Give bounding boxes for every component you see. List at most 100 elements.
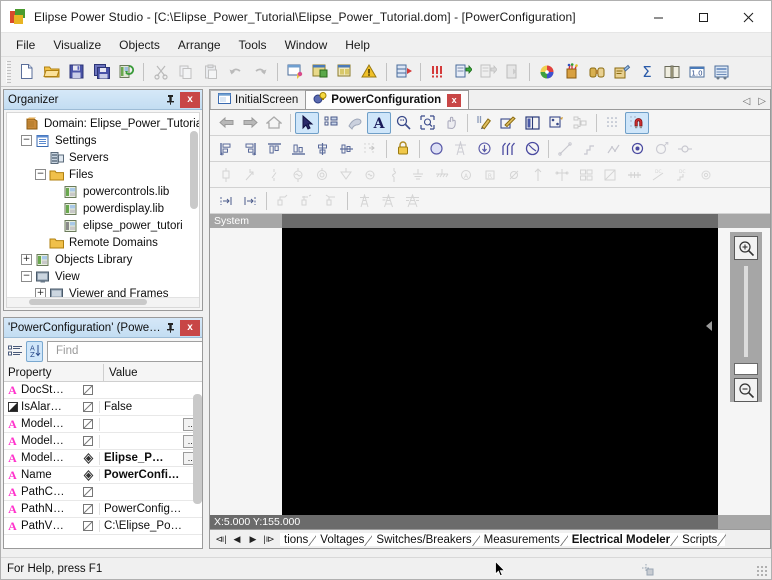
tree-item-files[interactable]: − Files	[7, 166, 199, 183]
edit-shape-icon[interactable]	[496, 112, 520, 134]
properties-vertical-scrollbar[interactable]	[193, 394, 202, 504]
sheet-tab-voltages[interactable]: Voltages	[316, 533, 372, 546]
select-pointer-icon[interactable]	[295, 112, 319, 134]
diagram-canvas[interactable]	[282, 228, 718, 529]
align-right-icon[interactable]	[238, 138, 262, 160]
sheet-next-button[interactable]: ▶	[245, 534, 261, 545]
property-value[interactable]: ...	[99, 435, 202, 448]
tree-item-domain[interactable]: Domain: Elipse_Power_Tutorial	[7, 115, 199, 132]
link-unlinked-icon[interactable]	[77, 419, 99, 429]
close-button[interactable]	[726, 1, 771, 33]
forward-arrow-icon[interactable]	[238, 112, 262, 134]
step-icon[interactable]	[475, 60, 500, 84]
back-arrow-icon[interactable]	[214, 112, 238, 134]
report-icon[interactable]	[709, 60, 734, 84]
property-value[interactable]: PowerConfig…	[99, 503, 202, 515]
maximize-button[interactable]	[681, 1, 726, 33]
property-value[interactable]: ...	[99, 418, 202, 431]
diagram-icon[interactable]	[598, 164, 622, 186]
generator-group-icon[interactable]	[496, 138, 520, 160]
snap-magnet-icon[interactable]	[625, 112, 649, 134]
alarm-bars-icon[interactable]	[425, 60, 450, 84]
node-editor-icon[interactable]	[544, 112, 568, 134]
zoom-slider-thumb[interactable]	[734, 363, 758, 375]
pin-icon[interactable]	[162, 92, 178, 108]
property-value[interactable]: Elipse_P… ...	[99, 452, 202, 465]
pencil-draw-icon[interactable]	[472, 112, 496, 134]
run-green-icon[interactable]	[450, 60, 475, 84]
zoom-in-icon[interactable]	[734, 236, 758, 260]
tab-powerconfiguration[interactable]: PowerConfiguration x	[305, 90, 469, 109]
menu-help[interactable]: Help	[336, 35, 379, 55]
minimize-button[interactable]	[636, 1, 681, 33]
property-value[interactable]: C:\Elipse_Po…	[99, 520, 202, 532]
table-row[interactable]: A PathV… C:\Elipse_Po…	[4, 518, 202, 535]
generator-icon[interactable]	[286, 164, 310, 186]
dc-step-icon[interactable]: DC	[670, 164, 694, 186]
split-view-icon[interactable]	[520, 112, 544, 134]
align-left-icon[interactable]	[214, 138, 238, 160]
sheet-first-button[interactable]: ⧏|	[213, 534, 229, 545]
delta-winding-icon[interactable]	[334, 164, 358, 186]
pan-hand-icon[interactable]	[439, 112, 463, 134]
binoculars-icon[interactable]	[584, 60, 609, 84]
relay-r-icon[interactable]: R	[478, 164, 502, 186]
save-disk-icon[interactable]	[64, 60, 89, 84]
source-icon[interactable]	[358, 164, 382, 186]
menu-objects[interactable]: Objects	[110, 35, 169, 55]
paste-clipboard-icon[interactable]	[198, 60, 223, 84]
system-tab-label[interactable]: System	[210, 214, 282, 228]
tree-item-elipse-power-tutorial[interactable]: elipse_power_tutori	[7, 217, 199, 234]
arrow-up-right-icon[interactable]	[238, 164, 262, 186]
tower-icon[interactable]	[448, 138, 472, 160]
table-row[interactable]: A PathC…	[4, 484, 202, 501]
meter-a-icon[interactable]: A	[454, 164, 478, 186]
table-row[interactable]: A Model… ...	[4, 433, 202, 450]
link-unlinked-icon[interactable]	[77, 402, 99, 412]
menu-file[interactable]: File	[7, 35, 44, 55]
menu-window[interactable]: Window	[276, 35, 337, 55]
sheet-tab-tions[interactable]: tions	[280, 533, 316, 546]
script-edit-icon[interactable]	[609, 60, 634, 84]
branch-3-icon[interactable]	[319, 190, 343, 212]
table-row[interactable]: A Name PowerConfi…	[4, 467, 202, 484]
organizer-close-button[interactable]: x	[180, 92, 200, 108]
organizer-hscroll-thumb[interactable]	[29, 299, 147, 305]
new-frame-icon[interactable]	[332, 60, 357, 84]
switch-icon[interactable]	[262, 164, 286, 186]
properties-search-box[interactable]	[47, 341, 203, 362]
tower-3-icon[interactable]	[400, 190, 424, 212]
sort-alpha-icon[interactable]: AZ	[26, 341, 43, 362]
pin-icon[interactable]	[162, 320, 178, 336]
sheet-tab-measurements[interactable]: Measurements	[480, 533, 568, 546]
tree-item-settings[interactable]: − Settings	[7, 132, 199, 149]
tree-expander[interactable]: +	[21, 254, 32, 265]
panel-grid-icon[interactable]	[574, 164, 598, 186]
link-linked-icon[interactable]	[77, 470, 99, 481]
tab-close-button[interactable]: x	[447, 94, 461, 107]
tower-2-icon[interactable]	[376, 190, 400, 212]
sigma-sum-icon[interactable]: Σ	[634, 60, 659, 84]
zoom-slider-track[interactable]	[744, 266, 748, 357]
new-screen-icon[interactable]	[282, 60, 307, 84]
polyline-icon[interactable]	[601, 138, 625, 160]
link-unlinked-icon[interactable]	[77, 504, 99, 514]
menu-visualize[interactable]: Visualize	[44, 35, 110, 55]
organizer-horizontal-scrollbar[interactable]	[7, 297, 199, 307]
bus-circle-icon[interactable]	[424, 138, 448, 160]
paint-icon[interactable]	[343, 112, 367, 134]
menu-arrange[interactable]: Arrange	[169, 35, 230, 55]
tab-next-button[interactable]: ▷	[758, 96, 766, 107]
earth-icon[interactable]	[430, 164, 454, 186]
meter-icon[interactable]	[520, 138, 544, 160]
link-node-icon[interactable]	[673, 138, 697, 160]
line-segment-icon[interactable]	[553, 138, 577, 160]
zoom-out-icon[interactable]	[734, 378, 758, 402]
align-center-v-icon[interactable]	[310, 138, 334, 160]
link-unlinked-icon[interactable]	[77, 487, 99, 497]
load-icon[interactable]	[472, 138, 496, 160]
save-all-icon[interactable]	[89, 60, 114, 84]
color-palette-icon[interactable]	[534, 60, 559, 84]
property-value[interactable]: PowerConfi…	[99, 469, 202, 481]
ground-icon[interactable]	[406, 164, 430, 186]
